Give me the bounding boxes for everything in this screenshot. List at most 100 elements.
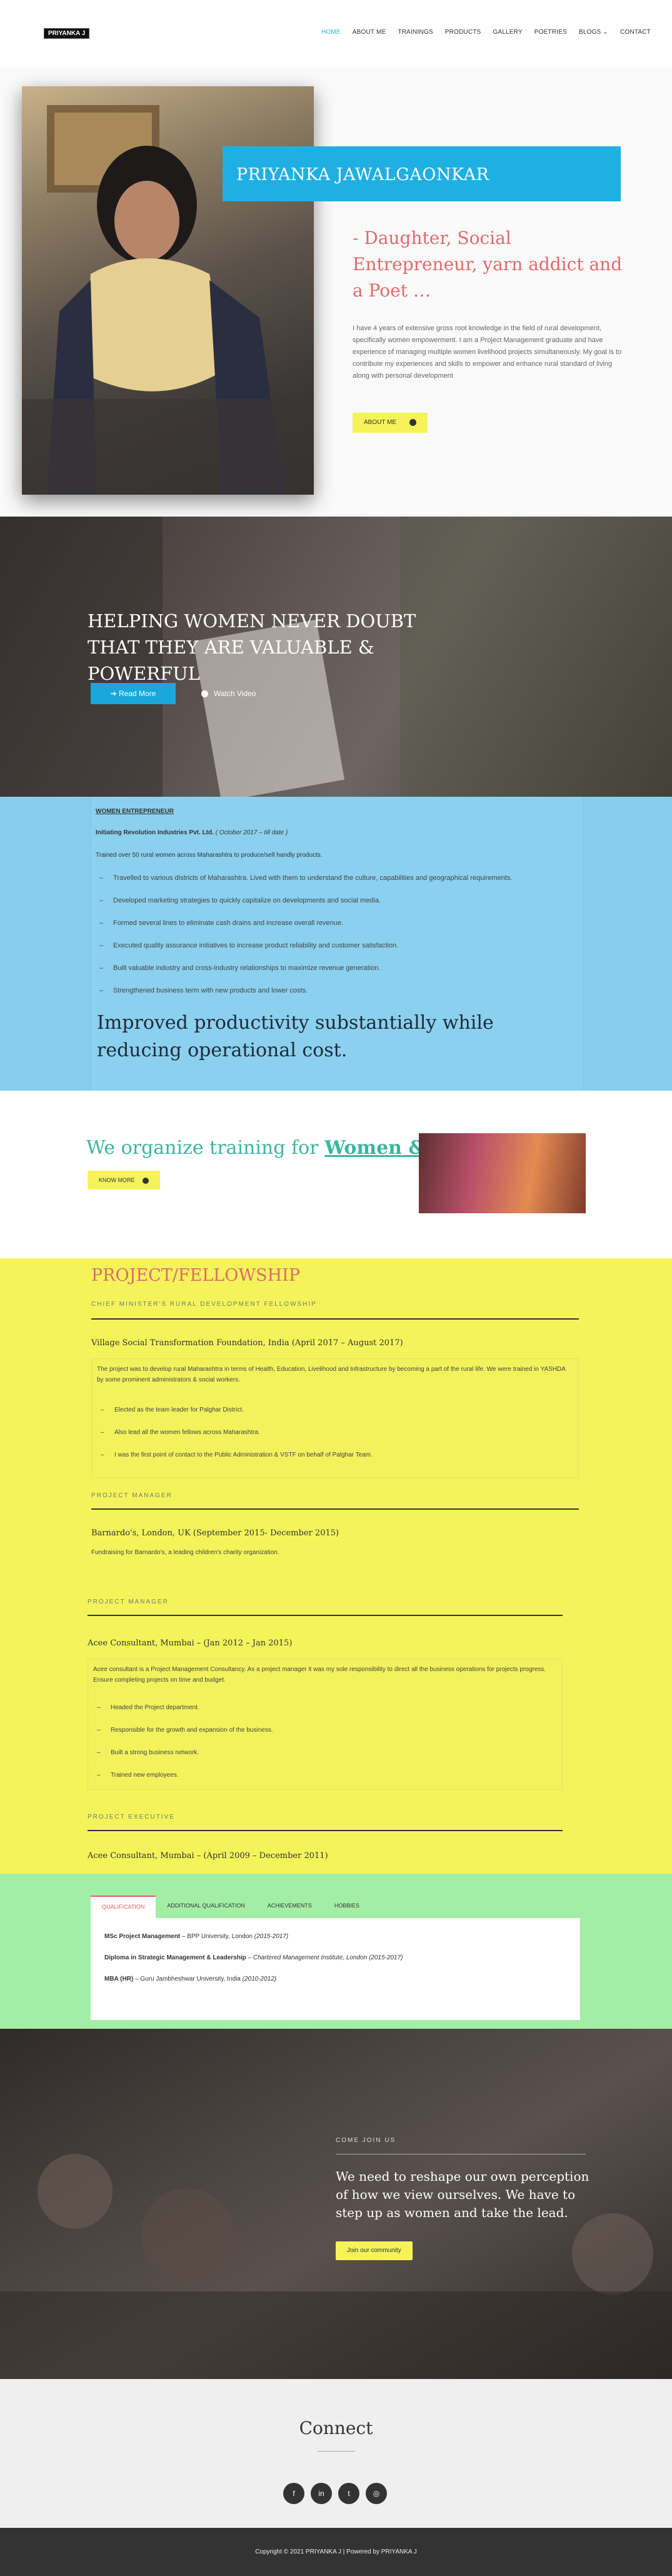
list-item: Headed the Project department. bbox=[97, 1704, 199, 1711]
site-header: PRIYANKA J HOME ABOUT ME TRAININGS PRODU… bbox=[0, 0, 672, 66]
company-name: Initiating Revolution Industries Pvt. Lt… bbox=[96, 829, 214, 836]
join-quote: We need to reshape our own perception of… bbox=[336, 2169, 589, 2220]
divider bbox=[91, 1508, 579, 1510]
hero-section: PRIYANKA JAWALGAONKAR - Daughter, Social… bbox=[0, 66, 672, 517]
list-item: Strengthened business term with new prod… bbox=[99, 987, 308, 994]
nav-gallery[interactable]: GALLERY bbox=[493, 29, 522, 36]
know-more-label: KNOW MORE bbox=[99, 1177, 135, 1183]
read-more-button[interactable]: ➔ Read More bbox=[91, 683, 176, 704]
list-item: Also lead all the women fellows across M… bbox=[101, 1429, 260, 1436]
list-item: Travelled to various districts of Mahara… bbox=[99, 874, 513, 882]
arrow-right-icon: ➔ bbox=[110, 689, 119, 698]
about-me-label: ABOUT ME bbox=[364, 419, 397, 426]
fellowship-label: CHIEF MINISTER'S RURAL DEVELOPMENT FELLO… bbox=[91, 1301, 317, 1308]
site-logo[interactable]: PRIYANKA J bbox=[44, 28, 90, 39]
company-line: Initiating Revolution Industries Pvt. Lt… bbox=[96, 829, 288, 836]
degree: Diploma in Strategic Management & Leader… bbox=[104, 1954, 246, 1961]
chevron-down-icon: ⌄ bbox=[603, 29, 608, 36]
list-item: Responsible for the growth and expansion… bbox=[97, 1727, 273, 1734]
entrepreneur-intro: Trained over 50 rural women across Mahar… bbox=[96, 852, 323, 859]
nav-about-me[interactable]: ABOUT ME bbox=[353, 29, 386, 36]
nav-contact[interactable]: CONTACT bbox=[620, 29, 651, 36]
job-desc: Acee consultant is a Project Management … bbox=[93, 1666, 546, 1684]
arrow-circle-icon bbox=[409, 418, 416, 426]
years: (2015-2017) bbox=[252, 1933, 289, 1940]
instagram-icon[interactable]: ◎ bbox=[366, 2483, 387, 2504]
training-photo bbox=[419, 1133, 586, 1213]
about-me-button[interactable]: ABOUT ME bbox=[353, 413, 428, 433]
job-org: Barnardo's, London, UK (September 2015- … bbox=[91, 1528, 339, 1538]
hero-bio: I have 4 years of extensive gross root k… bbox=[353, 325, 622, 380]
tab-additional-qualification[interactable]: ADDITIONAL QUALIFICATION bbox=[156, 1896, 256, 1918]
nav-home[interactable]: HOME bbox=[321, 29, 341, 36]
project-section: PROJECT/FELLOWSHIP CHIEF MINISTER'S RURA… bbox=[0, 1258, 672, 1874]
years: (2010-2012) bbox=[240, 1976, 277, 1983]
list-item: Built valuable industry and cross-indust… bbox=[99, 964, 380, 972]
women-headline: HELPING WOMEN NEVER DOUBT THAT THEY ARE … bbox=[88, 610, 416, 684]
twitter-icon[interactable]: t bbox=[338, 2483, 359, 2504]
list-item: Executed quality assurance initiatives t… bbox=[99, 942, 398, 949]
institution: BPP University, London bbox=[187, 1933, 253, 1940]
footer: Copyright © 2021 PRIYANKA J | Powered by… bbox=[0, 2528, 672, 2576]
connect-title: Connect bbox=[299, 2418, 373, 2438]
separator: – bbox=[133, 1976, 141, 1983]
join-label: COME JOIN US bbox=[336, 2137, 396, 2144]
entrepreneur-label: WOMEN ENTREPRENEUR bbox=[96, 808, 174, 815]
list-item: Trained new employees. bbox=[97, 1772, 178, 1779]
watch-video-button[interactable]: Watch Video bbox=[201, 689, 256, 698]
degree: MBA (HR) bbox=[104, 1976, 134, 1983]
join-community-button[interactable]: Join our community bbox=[336, 2241, 413, 2260]
watch-video-label: Watch Video bbox=[214, 689, 256, 698]
hero-tagline: - Daughter, Social Entrepreneur, yarn ad… bbox=[353, 228, 623, 301]
institution: Chartered Management Institute, London bbox=[253, 1954, 368, 1961]
nav-blogs-label: BLOGS bbox=[578, 29, 601, 36]
tab-qualification[interactable]: QUALIFICATION bbox=[91, 1896, 156, 1918]
job-card: Acee consultant is a Project Management … bbox=[88, 1659, 563, 1790]
list-item: Built a strong business network. bbox=[97, 1749, 199, 1756]
fellowship-desc: The project was to develop rural Maharas… bbox=[97, 1366, 566, 1383]
facebook-icon[interactable]: f bbox=[283, 2483, 304, 2504]
separator: – bbox=[180, 1933, 188, 1940]
entrepreneur-statement: Improved productivity substantially whil… bbox=[97, 1012, 494, 1061]
linkedin-icon[interactable]: in bbox=[311, 2483, 332, 2504]
job-label: PROJECT MANAGER bbox=[91, 1492, 173, 1499]
job-desc: Fundraising for Barnardo's, a leading ch… bbox=[91, 1549, 279, 1556]
divider bbox=[91, 1318, 579, 1320]
list-item: I was the first point of contact to the … bbox=[101, 1452, 373, 1458]
arrow-circle-icon bbox=[143, 1177, 149, 1184]
institution: Guru Jambheshwar University, India bbox=[140, 1976, 241, 1983]
job-label: PROJECT EXECUTIVE bbox=[88, 1814, 175, 1821]
read-more-label: Read More bbox=[119, 689, 156, 698]
tab-achievements[interactable]: ACHIEVEMENTS bbox=[256, 1896, 323, 1918]
job-org: Acee Consultant, Mumbai – (Jan 2012 – Ja… bbox=[88, 1639, 293, 1648]
hero-name: PRIYANKA JAWALGAONKAR bbox=[223, 146, 621, 201]
fellowship-org: Village Social Transformation Foundation… bbox=[91, 1338, 403, 1348]
list-item: Formed several lines to eliminate cash d… bbox=[99, 919, 343, 927]
years: (2015-2017) bbox=[367, 1954, 403, 1961]
job-label: PROJECT MANAGER bbox=[88, 1599, 169, 1605]
training-lead: We organize training for bbox=[86, 1137, 325, 1159]
women-banner: HELPING WOMEN NEVER DOUBT THAT THEY ARE … bbox=[0, 517, 672, 797]
nav-poetries[interactable]: POETRIES bbox=[534, 29, 567, 36]
qualification-row: Diploma in Strategic Management & Leader… bbox=[104, 1954, 403, 1961]
project-title: PROJECT/FELLOWSHIP bbox=[91, 1266, 300, 1285]
divider bbox=[88, 1830, 563, 1831]
company-period: ( October 2017 – till date ) bbox=[215, 829, 288, 836]
connect-section: Connect f in t ◎ bbox=[0, 2379, 672, 2528]
nav-blogs[interactable]: BLOGS ⌄ bbox=[579, 29, 608, 36]
divider bbox=[88, 1615, 563, 1616]
divider bbox=[318, 2451, 355, 2452]
entrepreneur-section: WOMEN ENTREPRENEUR Initiating Revolution… bbox=[0, 797, 672, 1091]
list-item: Developed marketing strategies to quickl… bbox=[99, 897, 381, 904]
qualification-section: QUALIFICATION ADDITIONAL QUALIFICATION A… bbox=[0, 1874, 672, 2029]
nav-trainings[interactable]: TRAININGS bbox=[398, 29, 433, 36]
fellowship-card: The project was to develop rural Maharas… bbox=[91, 1358, 579, 1478]
job-org: Acee Consultant, Mumbai – (April 2009 – … bbox=[88, 1851, 328, 1861]
play-icon bbox=[201, 690, 208, 698]
tab-hobbies[interactable]: HOBBIES bbox=[323, 1896, 371, 1918]
training-section: We organize training for Women & Girls K… bbox=[0, 1091, 672, 1258]
degree: MSc Project Management bbox=[104, 1933, 181, 1940]
know-more-button[interactable]: KNOW MORE bbox=[88, 1171, 161, 1190]
nav-products[interactable]: PRODUCTS bbox=[445, 29, 481, 36]
main-nav: HOME ABOUT ME TRAININGS PRODUCTS GALLERY… bbox=[309, 29, 651, 36]
